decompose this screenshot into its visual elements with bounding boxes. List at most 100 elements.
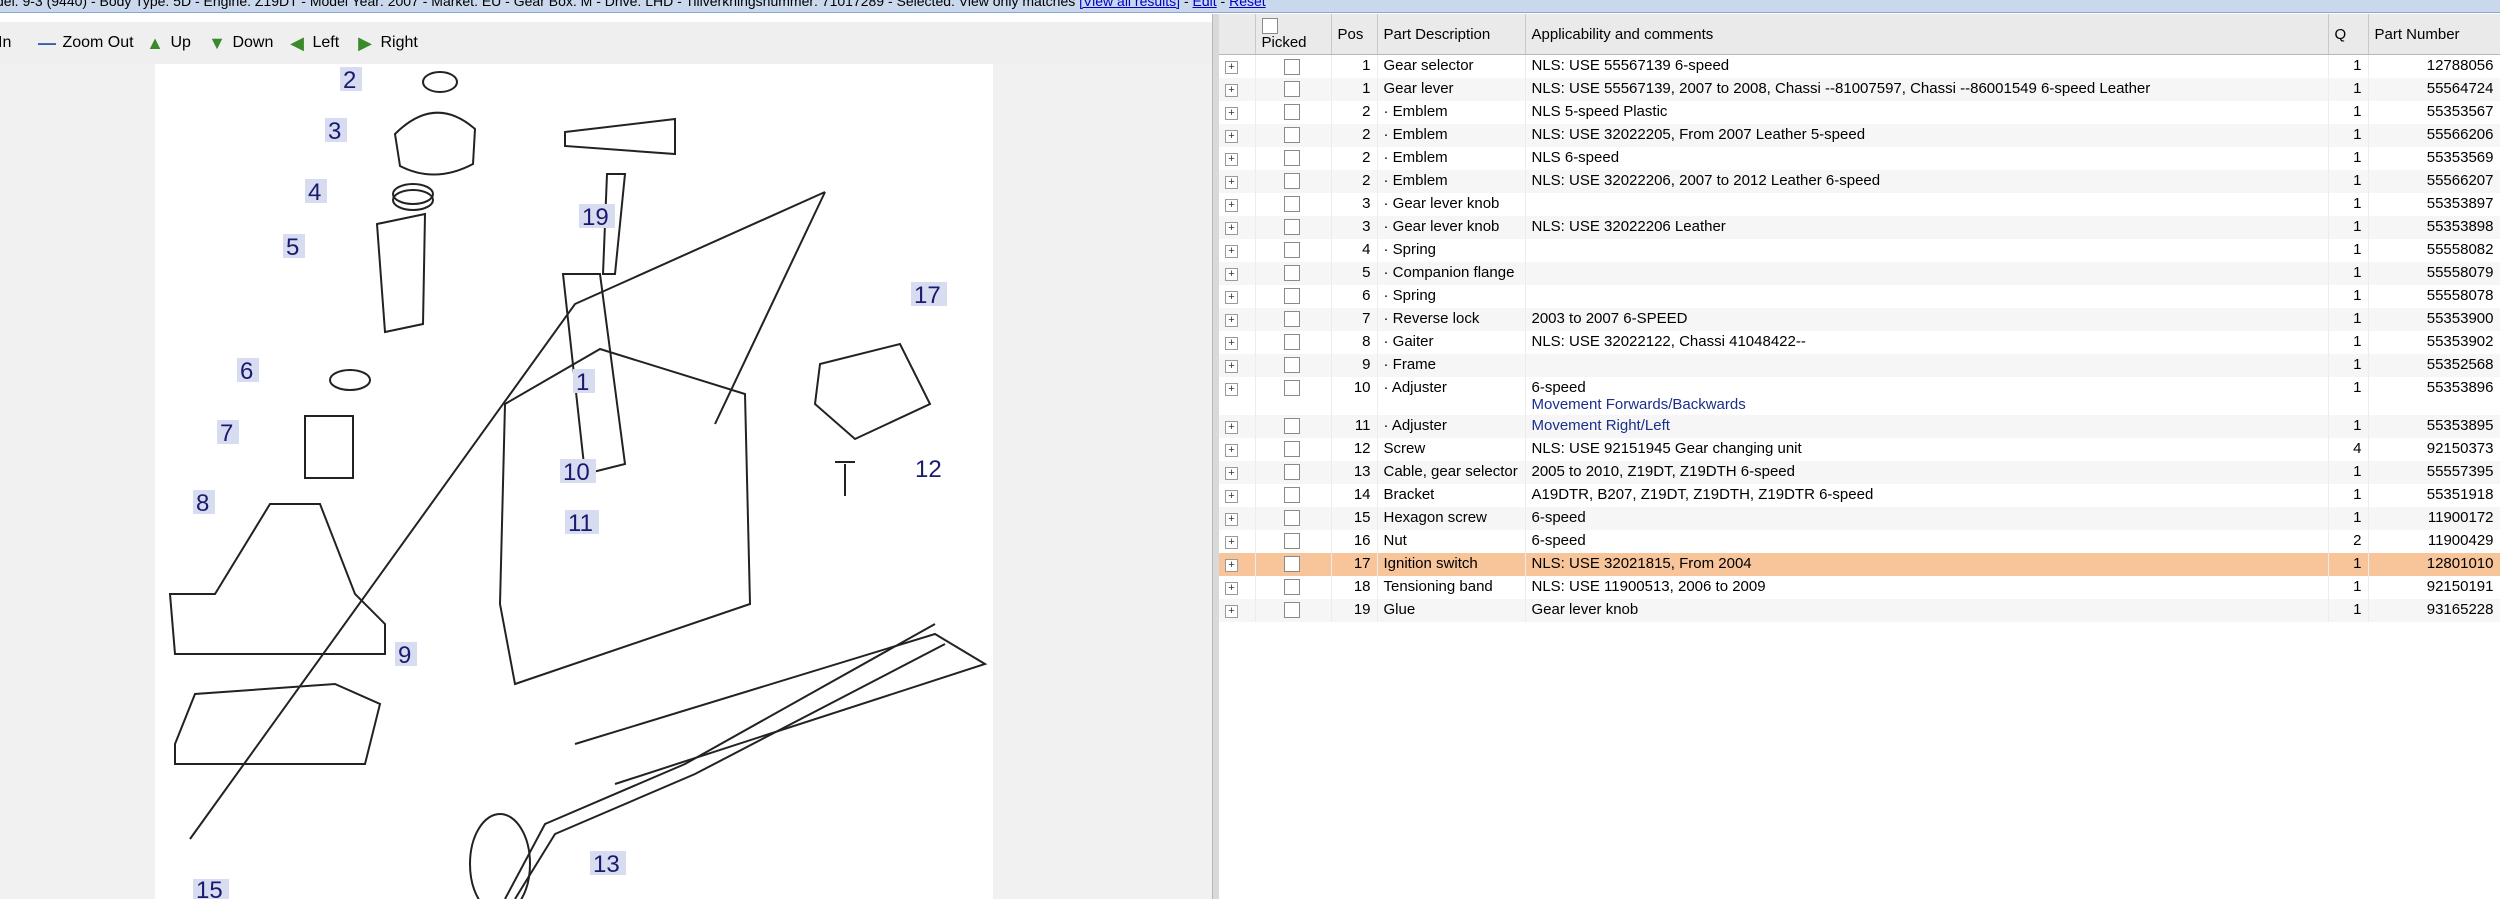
picked-checkbox[interactable] <box>1283 265 1300 282</box>
table-row[interactable]: +18 Tensioning band NLS: USE 11900513, 200… <box>1219 575 2500 599</box>
callout-11[interactable]: 11 <box>568 510 593 537</box>
view-all-results-link[interactable]: [View all results] <box>1079 0 1180 9</box>
picked-checkbox[interactable] <box>1283 357 1300 374</box>
table-row[interactable]: +4 · Spring 1 55558082 <box>1219 238 2500 262</box>
table-row[interactable]: +15 Hexagon screw 6-speed 1 11900172 <box>1219 506 2500 530</box>
table-row[interactable]: +13 Cable, gear selector 2005 to 2010, Z19… <box>1219 460 2500 484</box>
description-column-header[interactable]: Part Description <box>1377 14 1526 55</box>
picked-checkbox[interactable] <box>1283 288 1300 305</box>
picked-checkbox[interactable] <box>1283 464 1300 481</box>
expand-icon[interactable]: + <box>1225 535 1238 549</box>
expand-icon[interactable]: + <box>1225 106 1238 120</box>
zoom-out-button[interactable]: — Zoom Out <box>36 33 134 53</box>
table-row[interactable]: +2 · Emblem NLS 6-speed 1 55353569 <box>1219 146 2500 170</box>
reset-link[interactable]: Reset <box>1229 0 1266 9</box>
picked-checkbox[interactable] <box>1283 441 1300 458</box>
expand-icon[interactable]: + <box>1225 290 1238 304</box>
picked-checkbox[interactable] <box>1283 150 1300 167</box>
picked-checkbox[interactable] <box>1283 311 1300 328</box>
table-row[interactable]: +19 Glue Gear lever knob 1 93165228 <box>1219 598 2500 622</box>
table-row[interactable]: +8 · Gaiter NLS: USE 32022122, Chassi 4104… <box>1219 330 2500 354</box>
picked-checkbox[interactable] <box>1283 104 1300 121</box>
table-row[interactable]: +6 · Spring 1 55558078 <box>1219 284 2500 308</box>
picked-checkbox[interactable] <box>1283 533 1300 550</box>
expand-icon[interactable]: + <box>1225 267 1238 281</box>
expand-icon[interactable]: + <box>1225 152 1238 166</box>
picked-checkbox[interactable] <box>1283 58 1300 75</box>
picked-checkbox[interactable] <box>1283 219 1300 236</box>
callout-19[interactable]: 19 <box>582 204 609 231</box>
callout-10[interactable]: 10 <box>563 459 590 486</box>
diagram-pane[interactable]: 2 3 4 5 6 7 8 9 10 11 12 13 15 17 19 1 <box>0 64 1212 899</box>
exploded-parts-diagram[interactable]: 2 3 4 5 6 7 8 9 10 11 12 13 15 17 19 1 <box>155 64 993 899</box>
expand-icon[interactable]: + <box>1225 489 1238 503</box>
callout-5[interactable]: 5 <box>286 234 299 261</box>
table-row[interactable]: +1 Gear lever NLS: USE 55567139, 2007 to 2… <box>1219 77 2500 101</box>
expand-icon[interactable]: + <box>1225 512 1238 526</box>
table-row[interactable]: +3 · Gear lever knob 1 55353897 <box>1219 192 2500 216</box>
expand-icon[interactable]: + <box>1225 61 1238 74</box>
expand-icon[interactable]: + <box>1225 244 1238 258</box>
expand-icon[interactable]: + <box>1225 336 1238 350</box>
table-row[interactable]: +2 · Emblem NLS 5-speed Plastic 1 55353567 <box>1219 100 2500 124</box>
table-row[interactable]: +17 Ignition switch NLS: USE 32021815, Fro… <box>1219 552 2500 576</box>
expand-icon[interactable]: + <box>1225 313 1238 327</box>
comments-column-header[interactable]: Applicability and comments <box>1525 14 2329 55</box>
callout-13[interactable]: 13 <box>593 851 620 878</box>
picked-checkbox[interactable] <box>1283 196 1300 213</box>
table-row[interactable]: +9 · Frame 1 55352568 <box>1219 353 2500 377</box>
callout-7[interactable]: 7 <box>220 420 233 447</box>
callout-17[interactable]: 17 <box>914 282 941 309</box>
picked-checkbox[interactable] <box>1283 418 1300 435</box>
picked-checkbox[interactable] <box>1283 334 1300 351</box>
callout-15[interactable]: 15 <box>196 877 223 899</box>
zoom-in-button[interactable]: In <box>0 33 11 53</box>
picked-checkbox[interactable] <box>1283 173 1300 190</box>
pan-left-button[interactable]: ◀ Left <box>286 33 339 53</box>
expand-icon[interactable]: + <box>1225 581 1238 595</box>
expand-icon[interactable]: + <box>1225 604 1238 618</box>
pan-down-button[interactable]: ▼ Down <box>206 33 273 53</box>
picked-checkbox[interactable] <box>1283 556 1300 573</box>
picked-checkbox[interactable] <box>1283 81 1300 98</box>
picked-checkbox[interactable] <box>1283 602 1300 619</box>
expand-icon[interactable]: + <box>1225 83 1238 97</box>
expand-icon[interactable]: + <box>1225 359 1238 373</box>
table-row[interactable]: +12 Screw NLS: USE 92151945 Gear changing … <box>1219 437 2500 461</box>
callout-2[interactable]: 2 <box>343 67 356 94</box>
quantity-column-header[interactable]: Q <box>2328 14 2369 55</box>
expand-icon[interactable]: + <box>1225 175 1238 189</box>
pos-column-header[interactable]: Pos <box>1331 14 1378 55</box>
table-row[interactable]: +5 · Companion flange 1 55558079 <box>1219 261 2500 285</box>
expand-icon[interactable]: + <box>1225 558 1238 572</box>
pan-right-button[interactable]: ▶ Right <box>354 33 418 53</box>
expand-icon[interactable]: + <box>1225 198 1238 212</box>
select-all-checkbox[interactable] <box>1261 18 1278 35</box>
picked-column-header[interactable]: Picked <box>1255 14 1332 55</box>
picked-checkbox[interactable] <box>1283 579 1300 596</box>
table-row[interactable]: +11 · Adjuster Movement Right/Left 1 5535389… <box>1219 414 2500 438</box>
table-row[interactable]: +1 Gear selector NLS: USE 55567139 6-speed… <box>1219 54 2500 78</box>
table-row[interactable]: +14 Bracket A19DTR, B207, Z19DT, Z19DTH, Z… <box>1219 483 2500 507</box>
table-row[interactable]: +16 Nut 6-speed 2 11900429 <box>1219 529 2500 553</box>
edit-link[interactable]: Edit <box>1193 0 1217 9</box>
picked-checkbox[interactable] <box>1283 127 1300 144</box>
picked-checkbox[interactable] <box>1283 380 1300 397</box>
table-row[interactable]: +2 · Emblem NLS: USE 32022206, 2007 to 201… <box>1219 169 2500 193</box>
table-row[interactable]: +3 · Gear lever knob NLS: USE 32022206 Lea… <box>1219 215 2500 239</box>
callout-9[interactable]: 9 <box>398 642 411 669</box>
expand-icon[interactable]: + <box>1225 466 1238 480</box>
picked-checkbox[interactable] <box>1283 242 1300 259</box>
picked-checkbox[interactable] <box>1283 510 1300 527</box>
callout-4[interactable]: 4 <box>308 179 321 206</box>
callout-6[interactable]: 6 <box>240 358 253 385</box>
expand-icon[interactable]: + <box>1225 129 1238 143</box>
expand-icon[interactable]: + <box>1225 221 1238 235</box>
part-number-column-header[interactable]: Part Number <box>2368 14 2500 55</box>
expand-icon[interactable]: + <box>1225 382 1238 396</box>
picked-checkbox[interactable] <box>1283 487 1300 504</box>
pan-up-button[interactable]: ▲ Up <box>144 33 191 53</box>
callout-12[interactable]: 12 <box>915 456 942 483</box>
table-row[interactable]: +7 · Reverse lock 2003 to 2007 6-SPEED 1 553… <box>1219 307 2500 331</box>
expand-icon[interactable]: + <box>1225 420 1238 434</box>
